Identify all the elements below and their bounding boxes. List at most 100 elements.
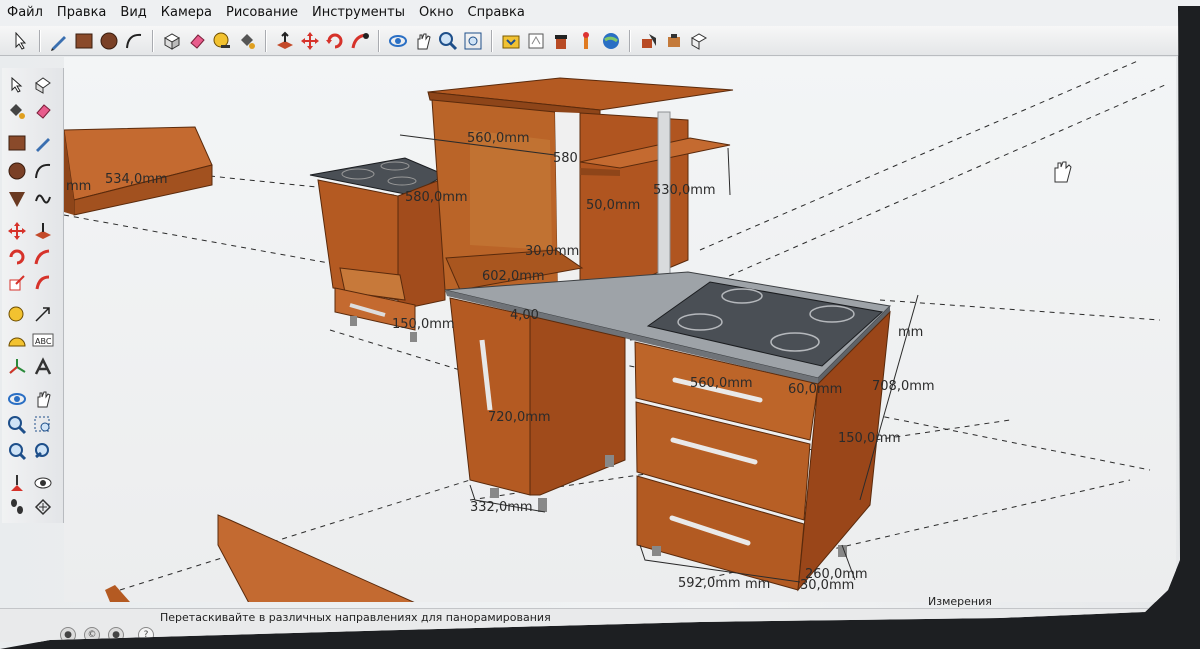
menu-window[interactable]: Окно [412, 0, 461, 26]
dimension-label: 30,0mm [525, 244, 579, 259]
make-component-icon[interactable] [161, 30, 183, 52]
fog-icon[interactable] [663, 30, 685, 52]
zoom-extents-icon[interactable] [462, 30, 484, 52]
rectangle-icon[interactable] [6, 132, 28, 154]
toolbar-separator [378, 29, 380, 52]
move-icon[interactable] [299, 30, 321, 52]
previous-icon[interactable] [32, 440, 54, 462]
dimension-label: 50,0mm [586, 198, 640, 213]
svg-text:ABC: ABC [35, 337, 52, 346]
offset-icon[interactable] [32, 272, 54, 294]
user-status-icon[interactable]: ● [108, 627, 124, 643]
toolbar-separator [39, 29, 41, 52]
move-icon[interactable] [6, 220, 28, 242]
menu-draw[interactable]: Рисование [219, 0, 305, 26]
dimension-label: 60,0mm [788, 382, 842, 397]
eraser-icon[interactable] [32, 100, 54, 122]
model-viewport[interactable]: mm 534,0mm 560,0mm 580 580,0mm 530,0mm 5… [64, 57, 1176, 602]
dimension-label: mm [898, 325, 923, 340]
freehand-icon[interactable] [32, 188, 54, 210]
status-bar: Измерения ● © ● ? Перетаскивайте в разли… [0, 595, 1150, 643]
paint-bucket-icon[interactable] [6, 100, 28, 122]
section-icon[interactable] [688, 30, 710, 52]
toolbar-separator [265, 29, 267, 52]
protractor-icon[interactable] [6, 330, 28, 352]
axes-icon[interactable] [6, 356, 28, 378]
polygon-icon[interactable] [6, 188, 28, 210]
3d-text-icon[interactable] [32, 356, 54, 378]
shadows-icon[interactable] [638, 30, 660, 52]
dimension-icon[interactable] [32, 304, 54, 326]
main-toolbar [0, 26, 1180, 56]
dimension-label: 720,0mm [488, 410, 551, 425]
get-models-icon[interactable] [500, 30, 522, 52]
menu-tools[interactable]: Инструменты [305, 0, 412, 26]
position-camera-icon[interactable] [6, 472, 28, 494]
rotate-icon[interactable] [6, 246, 28, 268]
menu-view[interactable]: Вид [113, 0, 153, 26]
tape-measure-icon[interactable] [6, 304, 28, 326]
menu-bar: Файл Правка Вид Камера Рисование Инструм… [0, 0, 1200, 26]
rectangle-icon[interactable] [73, 30, 95, 52]
zoom-icon[interactable] [437, 30, 459, 52]
dimension-label: 4,00 [510, 308, 539, 323]
measurements-label: Измерения [928, 595, 992, 608]
paint-bucket-icon[interactable] [236, 30, 258, 52]
select-icon[interactable] [6, 74, 28, 96]
share-model-icon[interactable] [525, 30, 547, 52]
text-icon[interactable]: ABC [32, 330, 54, 352]
circle-icon[interactable] [6, 160, 28, 182]
small-hob-cabinet [309, 157, 447, 342]
model-scene: mm 534,0mm 560,0mm 580 580,0mm 530,0mm 5… [64, 59, 1166, 602]
arc-icon[interactable] [32, 160, 54, 182]
help-icon[interactable]: ? [138, 627, 154, 643]
orbit-icon[interactable] [6, 388, 28, 410]
orbit-icon[interactable] [387, 30, 409, 52]
look-around-icon[interactable] [32, 472, 54, 494]
drawer-box-left [64, 126, 213, 216]
dimension-label: 592,0mm [678, 576, 741, 591]
make-component-icon[interactable] [32, 74, 54, 96]
3d-warehouse-icon[interactable] [550, 30, 572, 52]
loose-panel [105, 514, 421, 602]
dimension-label: 30,0mm [800, 578, 854, 593]
section-plane-icon[interactable] [32, 496, 54, 518]
status-hint: Перетаскивайте в различных направлениях … [160, 611, 551, 624]
arc-icon[interactable] [123, 30, 145, 52]
geo-location-status-icon[interactable]: ● [60, 627, 76, 643]
menu-camera[interactable]: Камера [154, 0, 219, 26]
eraser-icon[interactable] [186, 30, 208, 52]
toolbar-separator [629, 29, 631, 52]
dimension-label: 560,0mm [690, 376, 753, 391]
zoom-window-icon[interactable] [32, 414, 54, 436]
line-icon[interactable] [32, 132, 54, 154]
pan-icon[interactable] [412, 30, 434, 52]
tape-measure-icon[interactable] [211, 30, 233, 52]
push-pull-icon[interactable] [274, 30, 296, 52]
scale-icon[interactable] [6, 272, 28, 294]
push-pull-icon[interactable] [32, 220, 54, 242]
pan-icon[interactable] [32, 388, 54, 410]
rotate-icon[interactable] [324, 30, 346, 52]
dimension-label: 580 [553, 151, 578, 166]
menu-help[interactable]: Справка [461, 0, 532, 26]
zoom-extents-icon[interactable] [6, 440, 28, 462]
circle-icon[interactable] [98, 30, 120, 52]
dimension-label: 580,0mm [405, 190, 468, 205]
follow-me-icon[interactable] [349, 30, 371, 52]
geo-location-icon[interactable] [600, 30, 622, 52]
dimension-label: mm [745, 577, 770, 592]
select-icon[interactable] [10, 30, 32, 52]
dimension-label: 150,0mm [392, 317, 455, 332]
menu-edit[interactable]: Правка [50, 0, 113, 26]
dimension-label: 530,0mm [653, 183, 716, 198]
walk-icon[interactable] [6, 496, 28, 518]
pencil-icon[interactable] [48, 30, 70, 52]
large-tool-set: ABC [2, 68, 64, 523]
follow-me-icon[interactable] [32, 246, 54, 268]
dimension-label: 602,0mm [482, 269, 545, 284]
credits-status-icon[interactable]: © [84, 627, 100, 643]
menu-file[interactable]: Файл [0, 0, 50, 26]
extension-icon[interactable] [575, 30, 597, 52]
zoom-icon[interactable] [6, 414, 28, 436]
